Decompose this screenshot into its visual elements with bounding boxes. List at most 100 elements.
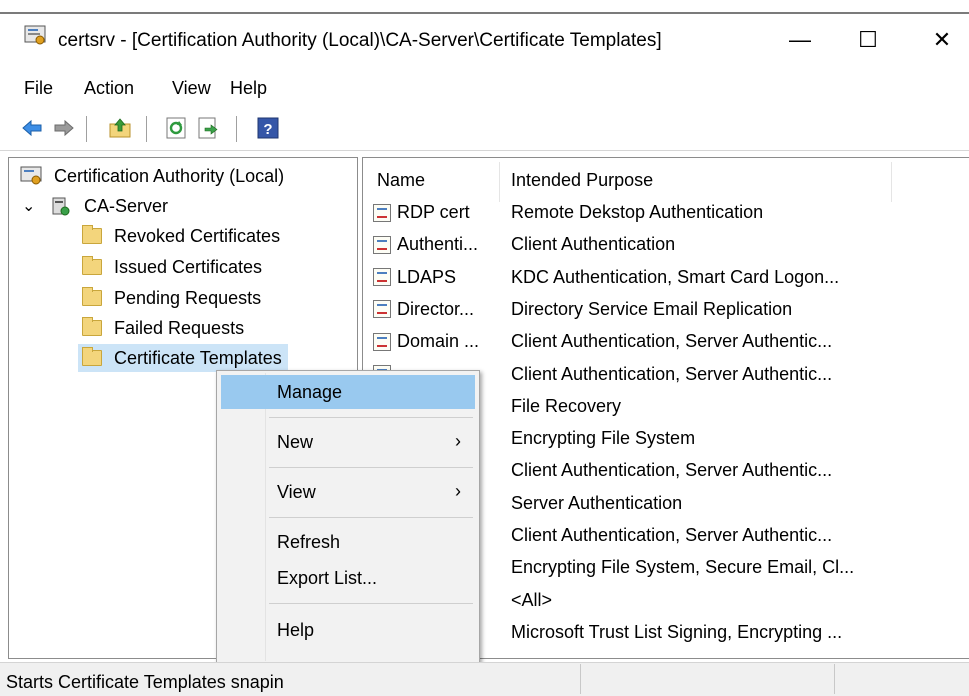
window-title: certsrv - [Certification Authority (Loca… <box>58 30 662 51</box>
tree-item-revoked-certificates[interactable]: Revoked Certificates <box>82 222 280 250</box>
tree-item-label: Revoked Certificates <box>114 225 281 246</box>
submenu-arrow-icon: › <box>455 431 461 451</box>
tree-item-pending-requests[interactable]: Pending Requests <box>82 284 261 312</box>
minimize-button[interactable]: — <box>780 22 820 58</box>
toolbar-separator <box>146 116 147 142</box>
cell-template-name: Authenti... <box>373 234 478 255</box>
menu-item-label: Refresh <box>277 532 341 552</box>
tree-item-ca-server[interactable]: ⌄ CA-Server <box>22 192 168 220</box>
back-arrow-icon[interactable] <box>20 116 44 140</box>
list-row[interactable]: Director... Directory Service Email Repli… <box>363 299 963 331</box>
context-menu-refresh[interactable]: Refresh <box>221 525 475 559</box>
menu-item-label: Export List... <box>277 568 378 588</box>
cell-template-name: RDP cert <box>373 202 470 223</box>
forward-arrow-icon[interactable] <box>52 116 76 140</box>
menu-item-label: New <box>277 432 314 452</box>
context-menu-view[interactable]: View › <box>221 475 475 509</box>
column-divider[interactable] <box>891 162 892 202</box>
column-header-intended-purpose[interactable]: Intended Purpose <box>511 170 653 191</box>
menu-item-label: Help <box>277 620 315 640</box>
up-folder-icon[interactable] <box>108 116 132 140</box>
toolbar-divider <box>0 150 969 151</box>
cell-intended-purpose: Encrypting File System <box>511 428 696 449</box>
cell-intended-purpose: Client Authentication, Server Authentic.… <box>511 331 833 352</box>
close-button[interactable]: ✕ <box>922 22 962 58</box>
menu-action[interactable]: Action <box>84 78 134 99</box>
folder-icon <box>82 225 102 244</box>
expand-chevron-icon[interactable]: ⌄ <box>22 196 40 216</box>
certificate-template-icon <box>373 300 391 319</box>
certification-authority-icon <box>20 166 42 185</box>
list-row[interactable]: Authenti... Client Authentication <box>363 234 963 266</box>
column-header-name[interactable]: Name <box>377 170 425 191</box>
menu-item-label: View <box>277 482 316 502</box>
tree-item-certification-authority[interactable]: Certification Authority (Local) <box>20 162 284 190</box>
folder-icon <box>82 317 102 336</box>
cell-intended-purpose: Encrypting File System, Secure Email, Cl… <box>511 557 855 578</box>
tree-item-failed-requests[interactable]: Failed Requests <box>82 314 244 342</box>
export-list-icon[interactable] <box>196 116 220 140</box>
submenu-arrow-icon: › <box>455 481 461 501</box>
cell-intended-purpose: Directory Service Email Replication <box>511 298 793 319</box>
cell-intended-purpose: Client Authentication <box>511 234 676 255</box>
menu-item-label: Manage <box>277 382 343 402</box>
cell-template-name: LDAPS <box>373 267 456 288</box>
certificate-template-icon <box>373 332 391 351</box>
tree-item-label: Certification Authority (Local) <box>54 165 285 186</box>
cell-intended-purpose: Client Authentication, Server Authentic.… <box>511 363 833 384</box>
folder-icon <box>82 287 102 306</box>
context-menu-help[interactable]: Help <box>221 613 475 647</box>
context-menu-separator <box>269 467 473 468</box>
list-row[interactable]: Domain ... Client Authentication, Server … <box>363 331 963 363</box>
cell-intended-purpose: <All> <box>511 589 553 610</box>
help-icon[interactable]: ? <box>256 116 280 140</box>
folder-icon <box>82 347 102 366</box>
menu-bar <box>0 72 969 106</box>
cell-template-name: Domain ... <box>373 331 479 352</box>
certificate-template-icon <box>373 268 391 287</box>
tree-item-certificate-templates[interactable]: Certificate Templates <box>78 344 288 372</box>
template-name-text: RDP cert <box>397 202 470 222</box>
tree-item-issued-certificates[interactable]: Issued Certificates <box>82 253 262 281</box>
cell-intended-purpose: Remote Dekstop Authentication <box>511 202 764 222</box>
certificate-template-icon <box>373 203 391 222</box>
refresh-icon[interactable] <box>164 116 188 140</box>
tree-item-label: Certificate Templates <box>114 347 282 368</box>
column-divider[interactable] <box>499 162 500 202</box>
context-menu-new[interactable]: New › <box>221 425 475 459</box>
tree-item-label: Issued Certificates <box>114 256 263 277</box>
cell-intended-purpose: KDC Authentication, Smart Card Logon... <box>511 266 840 287</box>
tree-item-label: Pending Requests <box>114 287 262 308</box>
menu-view[interactable]: View <box>172 78 211 99</box>
status-bar-divider <box>834 664 835 694</box>
menu-help[interactable]: Help <box>230 78 267 99</box>
template-name-text: Domain ... <box>397 331 480 352</box>
context-menu-manage[interactable]: Manage <box>221 375 475 409</box>
context-menu-separator <box>269 517 473 518</box>
toolbar-separator <box>86 116 87 142</box>
context-menu-export-list[interactable]: Export List... <box>221 561 475 595</box>
maximize-button[interactable]: ☐ <box>848 22 888 58</box>
cell-intended-purpose: Client Authentication, Server Authentic.… <box>511 460 833 481</box>
list-row[interactable]: RDP cert Remote Dekstop Authentication <box>363 202 963 234</box>
toolbar-separator <box>236 116 237 142</box>
template-name-text: Director... <box>397 298 475 319</box>
template-name-text: Authenti... <box>397 234 479 255</box>
list-row[interactable]: LDAPS KDC Authentication, Smart Card Logo… <box>363 267 963 299</box>
status-text: Starts Certificate Templates snapin <box>6 672 284 692</box>
certificate-template-icon <box>373 235 391 254</box>
cell-intended-purpose: Client Authentication, Server Authentic.… <box>511 525 833 545</box>
cell-intended-purpose: Microsoft Trust List Signing, Encrypting… <box>511 621 843 642</box>
context-menu-separator <box>269 417 473 418</box>
context-menu-separator <box>269 603 473 604</box>
help-icon-glyph: ? <box>263 121 272 138</box>
template-name-text: LDAPS <box>397 266 457 287</box>
context-menu: Manage New › View › Refresh Export List.… <box>216 370 480 664</box>
cell-intended-purpose: Server Authentication <box>511 492 683 513</box>
cell-template-name: Director... <box>373 299 474 320</box>
folder-icon <box>82 256 102 275</box>
ca-server-icon <box>52 197 70 216</box>
tree-item-label: CA-Server <box>84 195 169 216</box>
tree-item-label: Failed Requests <box>114 317 245 338</box>
menu-file[interactable]: File <box>24 78 53 99</box>
